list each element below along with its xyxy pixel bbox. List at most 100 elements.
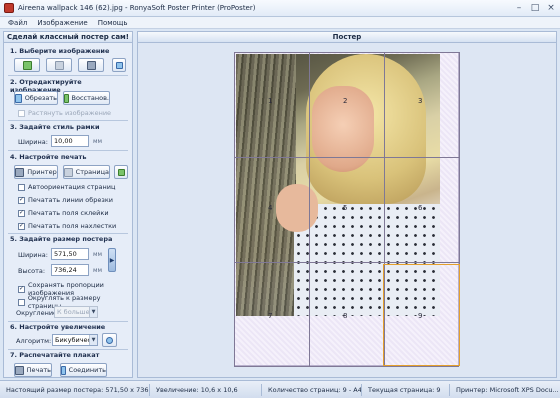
auto-orient-label: Автоориентация страниц (28, 183, 116, 191)
print-button-label: Печать (26, 366, 51, 374)
menu-file[interactable]: Файл (8, 19, 27, 27)
section-zoom-settings: 6. Настройте увеличение (10, 323, 106, 331)
page-number: 2 (343, 97, 348, 105)
frame-width-label: Ширина: (18, 138, 48, 146)
frame-width-input[interactable]: 10,00 (51, 135, 89, 147)
chevron-down-icon: ▼ (89, 307, 97, 317)
checkmark-icon: ✓ (18, 196, 25, 204)
frame-width-unit: мм (93, 138, 103, 145)
section-poster-size: 5. Задайте размер постера (10, 235, 113, 243)
page-number: 9 (418, 312, 423, 320)
checkmark-icon: ✓ (18, 209, 25, 217)
hand (276, 184, 318, 232)
open-image-button[interactable] (14, 58, 40, 72)
overlap-fields-label: Печатать поля нахлестки (28, 222, 117, 230)
close-icon[interactable]: × (546, 3, 556, 13)
cut-lines-checkbox[interactable]: ✓ Печатать линии обрезки (18, 196, 113, 204)
divider (8, 233, 128, 234)
page-number: 3 (418, 97, 423, 105)
page-number: 1 (268, 97, 273, 105)
settings-panel: Сделай классный постер сам! 1. Выберите … (3, 31, 133, 378)
status-printer: Принтер: Microsoft XPS Docu... (456, 385, 559, 394)
poster-width-label: Ширина: (18, 251, 48, 259)
section-print-poster: 7. Распечатайте плакат (10, 351, 100, 359)
algorithm-value: Бикубичес (55, 336, 92, 344)
minimize-icon[interactable]: – (514, 3, 524, 13)
poster-canvas[interactable]: 1 2 3 4 5 6 7 8 9 (138, 44, 556, 377)
join-icon (61, 365, 66, 375)
crop-button[interactable]: Обрезать (14, 91, 58, 105)
section-frame-style: 3. Задайте стиль рамки (10, 123, 100, 131)
settings-header: Сделай классный постер сам! (4, 32, 132, 43)
section-select-image: 1. Выберите изображение (10, 47, 110, 55)
poster-width-unit: мм (93, 251, 103, 258)
export-image-button[interactable] (112, 58, 126, 72)
maximize-icon[interactable]: □ (530, 3, 540, 13)
paste-image-button[interactable] (46, 58, 72, 72)
page-grid-line (234, 52, 459, 53)
section-print-settings: 4. Настройте печать (10, 153, 87, 161)
auto-orient-checkbox[interactable]: Автоориентация страниц (18, 183, 115, 191)
page-grid-line (234, 366, 459, 367)
status-zoom: Увеличение: 10,6 x 10,6 (150, 383, 262, 396)
cut-lines-label: Печатать линии обрезки (28, 196, 114, 204)
page-grid-line (234, 157, 459, 158)
page-setup-button-label: Страница (75, 168, 109, 176)
checkbox-box (18, 109, 25, 117)
poster-panel: Постер 1 2 3 4 5 6 7 8 9 (137, 31, 557, 378)
status-poster-size: Настоящий размер постера: 571,50 x 736,2… (0, 383, 150, 396)
link-dimensions-button[interactable]: ▶ (108, 248, 116, 272)
divider (8, 150, 128, 151)
page-number: 6 (418, 204, 423, 212)
page-icon (64, 167, 73, 177)
page-options-icon (117, 168, 125, 176)
scan-image-button[interactable] (78, 58, 104, 72)
algorithm-label: Алгоритм: (16, 337, 52, 345)
page-number: 5 (343, 204, 348, 212)
page-grid-line (234, 262, 459, 263)
rounding-label: Округление: (16, 309, 60, 317)
chevron-down-icon: ▼ (89, 335, 97, 345)
scanner-icon (86, 60, 96, 70)
menu-help[interactable]: Помощь (98, 19, 128, 27)
magnifier-icon (106, 336, 113, 344)
glue-fields-label: Печатать поля склейки (28, 209, 109, 217)
restore-button[interactable]: Восстанов. (63, 91, 110, 105)
page-number: 4 (268, 204, 273, 212)
divider (8, 321, 128, 322)
glue-fields-checkbox[interactable]: ✓ Печатать поля склейки (18, 209, 109, 217)
poster-header: Постер (138, 32, 556, 43)
stretch-image-label: Растянуть изображение (28, 109, 112, 117)
print-button[interactable]: Печать (14, 363, 52, 377)
poster-height-label: Высота: (18, 267, 46, 275)
printer-button[interactable]: Принтер (14, 165, 58, 179)
page-number: 7 (268, 312, 273, 320)
overlap-fields-checkbox[interactable]: ✓ Печатать поля нахлестки (18, 222, 116, 230)
title-bar: Aireena wallpack 146 (62).jpg - RonyaSof… (0, 0, 560, 17)
rounding-select[interactable]: К большем ▼ (54, 306, 98, 318)
menu-image[interactable]: Изображение (37, 19, 87, 27)
restore-icon (64, 93, 69, 103)
algorithm-select[interactable]: Бикубичес ▼ (52, 334, 98, 346)
printer-button-label: Принтер (27, 168, 57, 176)
crop-button-label: Обрезать (24, 94, 57, 102)
printer-icon (15, 365, 24, 375)
window-title: Aireena wallpack 146 (62).jpg - RonyaSof… (18, 4, 256, 12)
preview-zoom-button[interactable] (102, 333, 117, 347)
page-setup-button[interactable]: Страница (63, 165, 110, 179)
stretch-image-checkbox[interactable]: Растянуть изображение (18, 109, 111, 117)
paste-icon (54, 60, 64, 70)
page-grid-line (234, 52, 235, 366)
restore-button-label: Восстанов. (71, 94, 109, 102)
join-button[interactable]: Соединить (60, 363, 107, 377)
status-page-count: Количество страниц: 9 - A4 (262, 383, 362, 396)
status-bar: Настоящий размер постера: 571,50 x 736,2… (0, 380, 560, 398)
poster-height-input[interactable]: 736,24 (51, 264, 89, 276)
checkmark-icon: ✓ (18, 285, 25, 293)
poster-width-input[interactable]: 571,50 (51, 248, 89, 260)
open-image-icon (22, 60, 32, 70)
join-button-label: Соединить (68, 366, 106, 374)
divider (8, 349, 128, 350)
printer-icon (15, 167, 25, 177)
page-options-button[interactable] (114, 165, 128, 179)
